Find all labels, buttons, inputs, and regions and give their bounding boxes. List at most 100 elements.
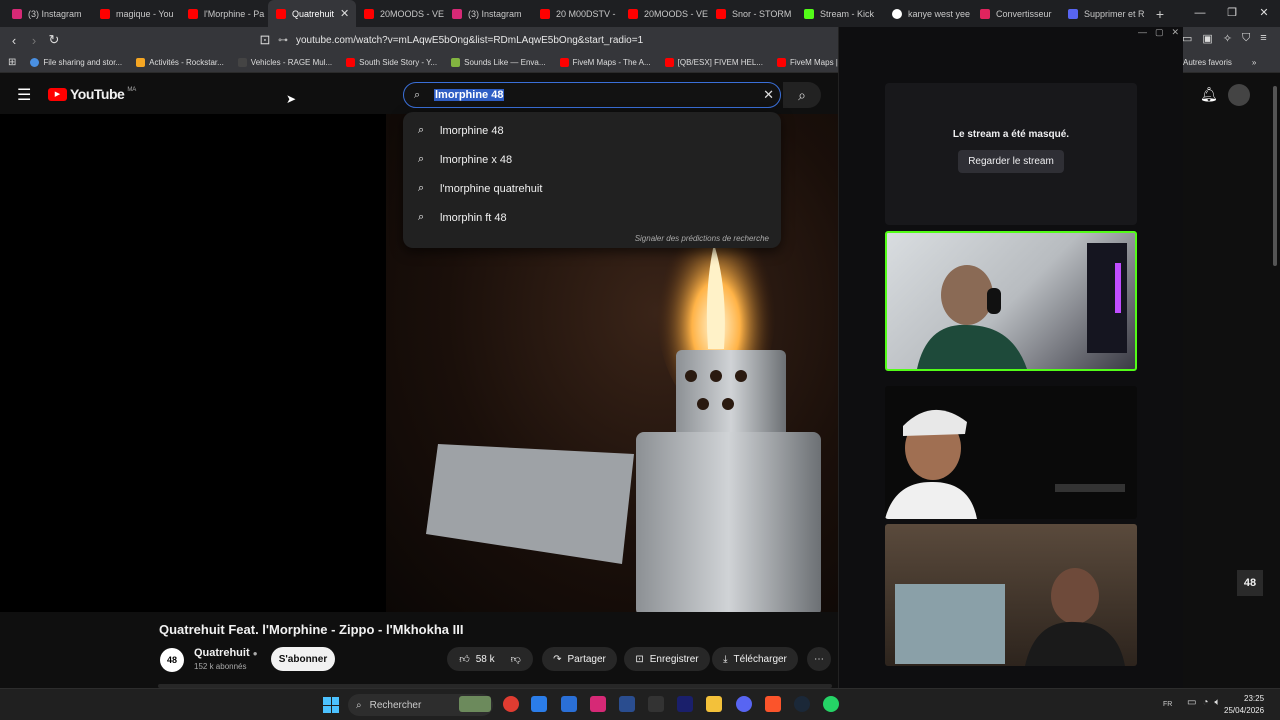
hidden-stream-message: Le stream a été masqué. — [952, 129, 1070, 140]
browser-tab-active[interactable]: Quatrehuit ✕ — [268, 0, 356, 27]
site-info-icon[interactable]: ⊶ — [278, 35, 296, 46]
menu-icon[interactable]: ≡ — [1260, 32, 1266, 45]
browser-tab[interactable]: (3) Instagram — [444, 0, 532, 27]
youtube-right-strip: 🔔︎ 48 — [1183, 76, 1280, 688]
vegas-icon[interactable] — [619, 696, 635, 712]
bookmark-item[interactable]: Vehicles - RAGE Mul... — [237, 58, 332, 67]
maximize-icon[interactable]: ▢ — [1155, 27, 1164, 38]
channel-watermark[interactable]: 48 — [1237, 570, 1263, 596]
shield-icon[interactable]: ⛉ — [1242, 32, 1250, 45]
youtube-play-icon: ▶ — [48, 87, 67, 101]
other-bookmarks[interactable]: Autres favoris » — [1183, 58, 1256, 67]
youtube-icon — [188, 8, 198, 19]
like-count[interactable]: 58 k — [476, 654, 495, 665]
maximize-icon[interactable]: ❐ — [1216, 0, 1248, 27]
back-icon[interactable]: ‹ — [4, 33, 24, 48]
thumbs-down-icon[interactable]: 👎︎ — [511, 653, 521, 665]
streamer-cam-3[interactable] — [885, 524, 1137, 666]
thumbs-up-icon[interactable]: 👍︎ — [459, 653, 469, 665]
bookmark-item[interactable]: [QB/ESX] FIVEM HEL... — [664, 58, 763, 67]
more-actions-button[interactable]: ⋯ — [807, 647, 831, 671]
youtube-icon — [276, 8, 286, 19]
bookmark-item[interactable]: File sharing and stor... — [30, 58, 122, 67]
file-explorer-icon[interactable] — [706, 696, 722, 712]
search-icon: ⌕ — [418, 211, 425, 223]
browser-tab[interactable]: 20MOODS - VE — [356, 0, 444, 27]
epic-games-icon[interactable] — [648, 696, 664, 712]
sidebar-icon[interactable]: ▭ — [1182, 32, 1192, 45]
audition-icon[interactable] — [677, 696, 693, 712]
reload-icon[interactable]: ↻ — [44, 32, 64, 48]
bookmark-item[interactable]: FiveM Maps - The A... — [559, 58, 651, 67]
close-tab-icon[interactable]: ✕ — [340, 7, 349, 20]
close-window-icon[interactable]: ✕ — [1248, 0, 1280, 27]
suggestion-item[interactable]: ⌕ lmorphine 48 — [403, 116, 781, 145]
notifications-icon[interactable]: 🔔︎ — [1200, 86, 1218, 103]
browser-tab[interactable]: Convertisseur — [972, 0, 1060, 27]
minimize-icon[interactable]: — — [1184, 0, 1216, 27]
clear-search-icon[interactable]: ✕ — [763, 87, 774, 103]
browser-tab[interactable]: Snor - STORM — [708, 0, 796, 27]
instagram-icon[interactable] — [590, 696, 606, 712]
browser-tab[interactable]: (3) Instagram — [4, 0, 92, 27]
steam-icon[interactable] — [794, 696, 810, 712]
streamer-cam-2[interactable] — [885, 386, 1137, 519]
clock[interactable]: 23:25 25/04/2026 — [1224, 693, 1264, 717]
address-bar[interactable]: ⊶ youtube.com/watch?v=mLAqwE5bOng&list=R… — [278, 30, 838, 50]
bookmark-item[interactable]: Activités - Rockstar... — [136, 58, 224, 67]
minimize-icon[interactable]: — — [1138, 27, 1147, 38]
new-tab-button[interactable]: + — [1148, 6, 1172, 22]
report-predictions-link[interactable]: Signaler des prédictions de recherche — [635, 234, 769, 243]
forward-icon[interactable]: › — [24, 33, 44, 48]
hamburger-menu-icon[interactable]: ☰ — [17, 85, 31, 105]
browser-tab[interactable]: Stream - Kick — [796, 0, 884, 27]
suggestion-item[interactable]: ⌕ lmorphin ft 48 — [403, 203, 781, 232]
browser-tab[interactable]: Supprimer et R — [1060, 0, 1148, 27]
display-icon[interactable]: ▭ — [1187, 697, 1196, 708]
share-button[interactable]: ↷ Partager — [542, 647, 617, 671]
search-query[interactable]: lmorphine 48 — [434, 89, 505, 101]
account-avatar[interactable] — [1228, 84, 1250, 106]
whatsapp-icon[interactable] — [823, 696, 839, 712]
widget-icon[interactable] — [459, 696, 491, 712]
youtube-logo[interactable]: ▶ YouTube MA — [48, 86, 136, 102]
mouse-cursor-icon: ➤ — [286, 92, 297, 106]
network-icon[interactable]: ◔ — [1202, 697, 1208, 708]
apps-icon[interactable]: ⊞ — [8, 57, 16, 68]
more-bookmarks-icon[interactable]: » — [1252, 58, 1256, 67]
download-button[interactable]: ⤓ Télécharger — [712, 647, 798, 671]
store-icon[interactable] — [531, 696, 547, 712]
bookmark-icon[interactable]: ⊡ — [255, 32, 275, 48]
streamer-cam-1[interactable] — [885, 231, 1137, 371]
scrollbar[interactable] — [1273, 86, 1277, 266]
mail-icon[interactable] — [561, 696, 577, 712]
suggestion-item[interactable]: ⌕ lmorphine x 48 — [403, 145, 781, 174]
volume-icon[interactable]: 🔈︎ — [1215, 697, 1221, 708]
language-indicator[interactable]: FR — [1163, 701, 1172, 708]
browser-tab[interactable]: magique - You — [92, 0, 180, 27]
channel-avatar[interactable]: 48 — [160, 648, 184, 672]
close-window-icon[interactable]: ✕ — [1171, 27, 1179, 38]
wallet-icon[interactable]: ▣ — [1202, 32, 1212, 45]
brave-icon[interactable] — [765, 696, 781, 712]
channel-name[interactable]: Quatrehuit ● — [194, 647, 258, 659]
bookmark-item[interactable]: South Side Story - Y... — [346, 58, 437, 67]
subscribe-button[interactable]: S'abonner — [271, 647, 335, 671]
streamer-silhouette — [917, 243, 1127, 369]
chrome-icon[interactable] — [503, 696, 519, 712]
browser-tab[interactable]: 20MOODS - VE — [620, 0, 708, 27]
ai-icon[interactable]: ✧ — [1223, 32, 1232, 45]
suggestion-item[interactable]: ⌕ l'morphine quatrehuit — [403, 174, 781, 203]
search-input[interactable]: ⌕ lmorphine 48 ✕ — [403, 82, 781, 108]
discord-icon[interactable] — [736, 696, 752, 712]
watch-stream-button[interactable]: Regarder le stream — [958, 150, 1064, 173]
bookmark-item[interactable]: Sounds Like — Enva... — [451, 58, 546, 67]
youtube-icon — [716, 8, 726, 19]
search-button[interactable]: ⌕ — [783, 82, 821, 108]
save-button[interactable]: ⊡ Enregistrer — [624, 647, 710, 671]
youtube-icon — [664, 58, 674, 67]
browser-tab[interactable]: l'Morphine - Pa — [180, 0, 268, 27]
start-icon[interactable] — [323, 697, 339, 713]
browser-tab[interactable]: kanye west yee — [884, 0, 972, 27]
browser-tab[interactable]: 20 M00DSTV - — [532, 0, 620, 27]
